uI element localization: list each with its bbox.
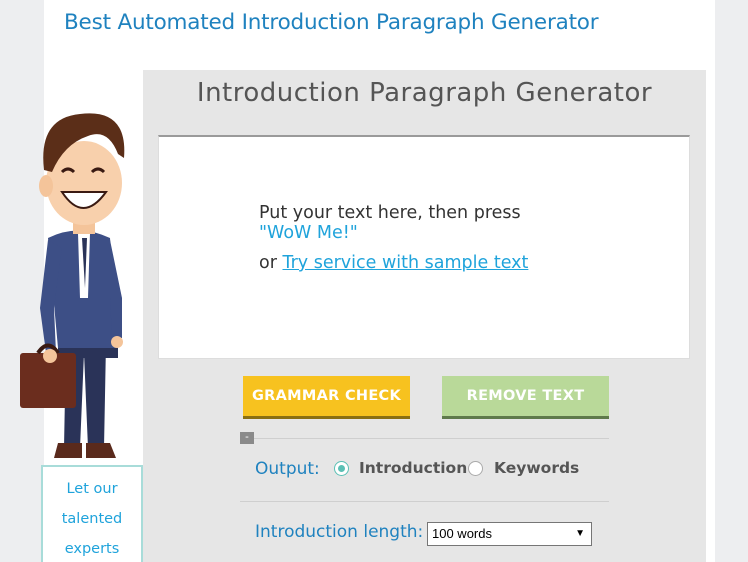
promo-line: talented (61, 511, 123, 527)
promo-line: experts (64, 541, 120, 557)
output-introduction-radio[interactable] (334, 461, 349, 476)
sample-text-link[interactable]: Try service with sample text (282, 253, 528, 273)
divider (240, 438, 609, 439)
placeholder-line1: Put your text here, then press (259, 203, 521, 223)
output-introduction-label[interactable]: Introduction (359, 459, 467, 477)
divider (240, 501, 609, 502)
text-editor[interactable]: Put your text here, then press "WoW Me!"… (158, 135, 690, 359)
intro-length-label: Introduction length: (255, 522, 424, 542)
generator-panel: Introduction Paragraph Generator Put you… (143, 70, 706, 562)
remove-text-button[interactable]: REMOVE TEXT (442, 376, 609, 419)
intro-length-value: 100 words (432, 526, 492, 541)
grammar-check-button[interactable]: GRAMMAR CHECK (243, 376, 410, 419)
site-title: Best Automated Introduction Paragraph Ge… (64, 10, 599, 35)
panel-title: Introduction Paragraph Generator (196, 78, 653, 108)
output-keywords-radio[interactable] (468, 461, 483, 476)
output-keywords-label[interactable]: Keywords (494, 459, 579, 477)
output-label: Output: (255, 459, 320, 479)
promo-line: Let our (66, 481, 118, 497)
businessman-mascot-illustration (20, 113, 125, 458)
promo-box[interactable]: Let our talented experts (41, 465, 143, 562)
editor-placeholder: Put your text here, then press "WoW Me!" (259, 203, 521, 243)
collapse-toggle[interactable]: - (240, 432, 254, 444)
placeholder-wow-me: "WoW Me!" (259, 223, 358, 243)
intro-length-select[interactable]: 100 words ▼ (427, 522, 592, 546)
dropdown-arrow-icon: ▼ (575, 528, 585, 539)
or-text: or (259, 253, 283, 273)
sample-text-row: or Try service with sample text (259, 253, 528, 273)
